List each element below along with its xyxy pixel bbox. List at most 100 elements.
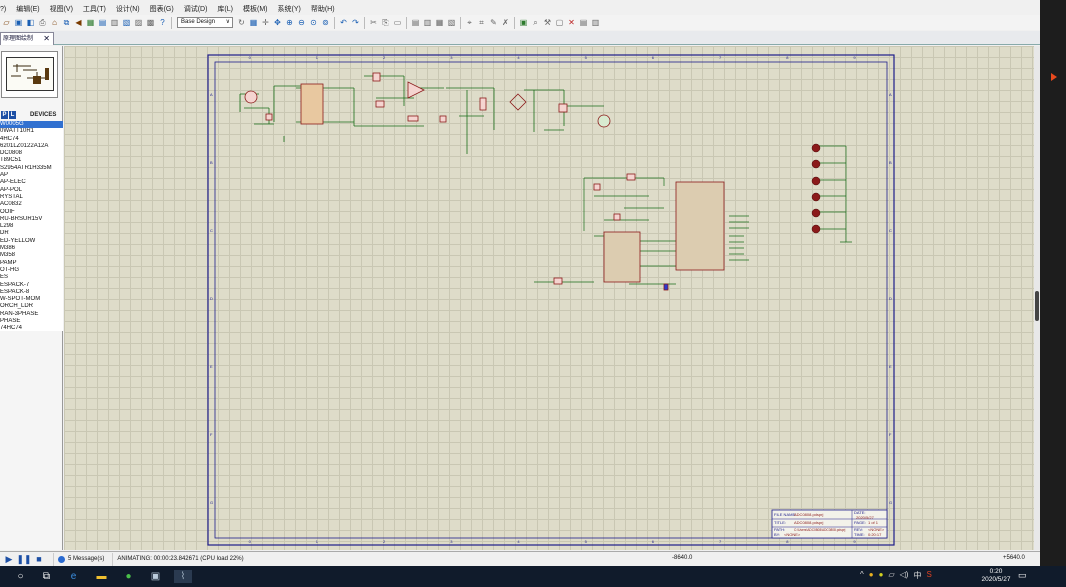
- device-list-item[interactable]: AP-POL: [0, 187, 63, 194]
- pause-icon[interactable]: ❚❚: [16, 553, 31, 565]
- device-list-item[interactable]: W-SPOT-MOM: [0, 296, 63, 303]
- notification-icon[interactable]: ▭: [1018, 570, 1027, 581]
- file-explorer-icon[interactable]: ▬: [95, 570, 108, 583]
- zoom-all-icon[interactable]: ⊙: [308, 17, 319, 28]
- expand-arrow-icon[interactable]: [1051, 73, 1057, 81]
- zoom-out-icon[interactable]: ⊖: [296, 17, 307, 28]
- exit-parent-icon[interactable]: ▤: [578, 17, 589, 28]
- scrollbar-thumb[interactable]: [1035, 291, 1039, 321]
- netlist-icon[interactable]: ▥: [590, 17, 601, 28]
- schematic-canvas[interactable]: 00112233445566778899AABBCCDDEEFFGG FILE …: [64, 46, 1034, 550]
- device-list-item[interactable]: RU-BRSUR15V: [0, 216, 63, 223]
- refresh-icon[interactable]: ↻: [236, 17, 247, 28]
- device-list-item[interactable]: ESPACK-7: [0, 282, 63, 289]
- design-explorer-icon[interactable]: ▨: [133, 17, 144, 28]
- device-list-item[interactable]: W0005G: [0, 121, 63, 129]
- browser-icon[interactable]: ●: [122, 570, 135, 583]
- device-list-item[interactable]: 0WATT10R1: [0, 128, 63, 135]
- device-list-item[interactable]: PAMP: [0, 260, 63, 267]
- report-icon[interactable]: ▩: [145, 17, 156, 28]
- device-list-item[interactable]: L298: [0, 223, 63, 230]
- close-icon[interactable]: ✕: [43, 33, 50, 45]
- make-device-icon[interactable]: ⌗: [476, 17, 487, 28]
- gerber-icon[interactable]: ▦: [85, 17, 96, 28]
- tray-app2-icon[interactable]: ●: [879, 570, 884, 581]
- ime-icon[interactable]: 中: [913, 570, 921, 581]
- system-clock[interactable]: 0:20 2020/5/27: [976, 568, 1016, 584]
- help-icon[interactable]: ?: [157, 17, 168, 28]
- device-list-item[interactable]: OT-HG: [0, 267, 63, 274]
- search-icon[interactable]: ⌕: [530, 17, 541, 28]
- zoom-area-icon[interactable]: ⊚: [320, 17, 331, 28]
- device-list-item[interactable]: DR: [0, 230, 63, 237]
- remove-sheet-icon[interactable]: ✕: [566, 17, 577, 28]
- import-icon[interactable]: ◧: [25, 17, 36, 28]
- home-icon[interactable]: ⌂: [49, 17, 60, 28]
- network-icon[interactable]: ▱: [888, 570, 894, 581]
- device-list-item[interactable]: AP: [0, 172, 63, 179]
- origin-icon[interactable]: ✛: [260, 17, 271, 28]
- device-list-item[interactable]: 6201LZ0122A12A: [0, 143, 63, 150]
- library-button[interactable]: L: [9, 110, 16, 119]
- bom-icon[interactable]: ▥: [109, 17, 120, 28]
- tray-app-icon[interactable]: ●: [869, 570, 874, 581]
- package-icon[interactable]: ✎: [488, 17, 499, 28]
- grid-icon[interactable]: ▦: [248, 17, 259, 28]
- layout-icon[interactable]: ▧: [121, 17, 132, 28]
- antivirus-icon[interactable]: S: [926, 570, 931, 581]
- device-list-item[interactable]: PHASE: [0, 318, 63, 325]
- undo-icon[interactable]: ↶: [338, 17, 349, 28]
- device-list-item[interactable]: T89C51: [0, 157, 63, 164]
- copy-icon[interactable]: ⎘: [380, 17, 391, 28]
- back-icon[interactable]: ◀: [73, 17, 84, 28]
- pick-device-icon[interactable]: ⌖: [464, 17, 475, 28]
- device-list-item[interactable]: RYSTAL: [0, 194, 63, 201]
- schematic-icon[interactable]: ⧉: [61, 17, 72, 28]
- pan-icon[interactable]: ✥: [272, 17, 283, 28]
- block-copy-icon[interactable]: ▤: [410, 17, 421, 28]
- edge-icon[interactable]: e: [67, 570, 80, 583]
- app-icon[interactable]: ▣: [149, 570, 162, 583]
- device-list-item[interactable]: DC0808: [0, 150, 63, 157]
- device-list-item[interactable]: M386: [0, 245, 63, 252]
- wire-autorouter-icon[interactable]: ▣: [518, 17, 529, 28]
- device-list-item[interactable]: 74HC74: [0, 325, 63, 332]
- search-icon[interactable]: ○: [14, 570, 27, 583]
- volume-icon[interactable]: ◁): [900, 570, 909, 581]
- device-list-item[interactable]: AP-ELEC: [0, 179, 63, 186]
- device-list-item[interactable]: ORCH_LDR: [0, 303, 63, 310]
- layer-select[interactable]: Base Design ∨: [177, 17, 233, 28]
- print-icon[interactable]: ⎙: [37, 17, 48, 28]
- proteus-taskbar-icon[interactable]: ⌇: [174, 570, 192, 583]
- property-tool-icon[interactable]: ⚒: [542, 17, 553, 28]
- pick-devices-button[interactable]: P: [1, 110, 8, 119]
- tray-up-icon[interactable]: ^: [860, 570, 864, 581]
- tab-schematic-capture[interactable]: 原理图绘制 ✕: [0, 32, 54, 45]
- play-icon[interactable]: ▶: [3, 553, 15, 565]
- paste-icon[interactable]: ▭: [392, 17, 403, 28]
- stop-icon[interactable]: ■: [33, 553, 45, 565]
- open-icon[interactable]: ▱: [1, 17, 12, 28]
- block-move-icon[interactable]: ▥: [422, 17, 433, 28]
- device-list-item[interactable]: S2954ATR1H335M: [0, 165, 63, 172]
- device-list-item[interactable]: M358: [0, 252, 63, 259]
- redo-icon[interactable]: ↷: [350, 17, 361, 28]
- decompose-icon[interactable]: ✗: [500, 17, 511, 28]
- new-sheet-icon[interactable]: ▢: [554, 17, 565, 28]
- device-list-item[interactable]: ED-YELLOW: [0, 238, 63, 245]
- block-rotate-icon[interactable]: ▦: [434, 17, 445, 28]
- device-list-item[interactable]: RAN-3PHASE: [0, 311, 63, 318]
- task-view-icon[interactable]: ⧉: [40, 570, 53, 583]
- block-delete-icon[interactable]: ▧: [446, 17, 457, 28]
- save-icon[interactable]: ▣: [13, 17, 24, 28]
- device-list-item[interactable]: ESPACK-8: [0, 289, 63, 296]
- component-icon[interactable]: ▤: [97, 17, 108, 28]
- overview-preview[interactable]: [1, 51, 58, 98]
- cut-icon[interactable]: ✂: [368, 17, 379, 28]
- device-list-item[interactable]: AC0832: [0, 201, 63, 208]
- device-list-item[interactable]: 4HC74: [0, 136, 63, 143]
- zoom-in-icon[interactable]: ⊕: [284, 17, 295, 28]
- device-list-item[interactable]: OOIF: [0, 209, 63, 216]
- messages-indicator[interactable]: 5 Message(s): [53, 552, 104, 566]
- device-list-item[interactable]: ES: [0, 274, 63, 281]
